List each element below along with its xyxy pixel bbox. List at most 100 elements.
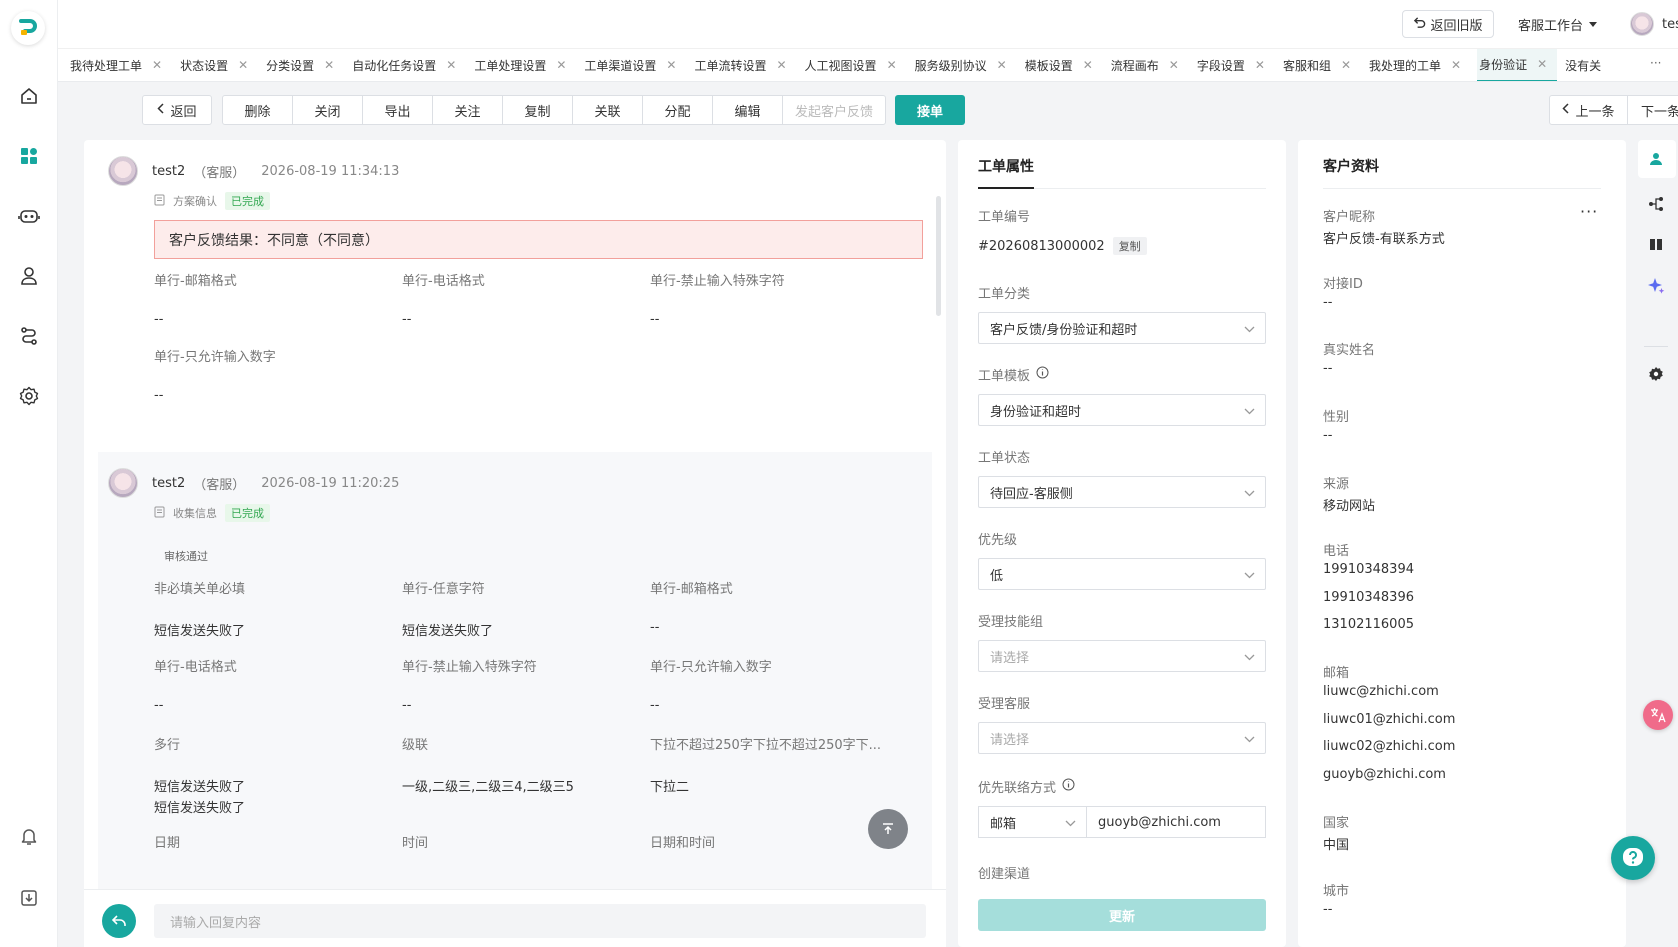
agent-icon[interactable]: [17, 264, 41, 288]
ticket-apps-icon[interactable]: [17, 144, 41, 168]
tab-handling-settings[interactable]: 工单处理设置 ✕: [472, 49, 576, 81]
more-icon[interactable]: ···: [1580, 202, 1598, 221]
tab-more-icon[interactable]: ···: [1650, 56, 1661, 70]
assign-button[interactable]: 分配: [643, 96, 713, 124]
settings-icon[interactable]: [1646, 364, 1666, 384]
category-select[interactable]: 客户反馈/身份验证和超时: [978, 312, 1266, 344]
contact-type-select[interactable]: 邮箱: [978, 806, 1087, 838]
update-button[interactable]: 更新: [978, 899, 1266, 931]
tab-agents-groups[interactable]: 客服和组 ✕: [1281, 49, 1361, 81]
next-ticket-button[interactable]: 下一条: [1628, 96, 1678, 124]
info-icon[interactable]: [1062, 778, 1075, 795]
accept-ticket-button[interactable]: 接单: [895, 95, 965, 125]
copy-ticket-button[interactable]: 复制: [503, 96, 573, 124]
tab-flow-canvas[interactable]: 流程画布 ✕: [1109, 49, 1189, 81]
tab-pending-tickets[interactable]: 我待处理工单 ✕: [68, 49, 172, 81]
edit-button[interactable]: 编辑: [713, 96, 783, 124]
close-ticket-button[interactable]: 关闭: [293, 96, 363, 124]
contact-value-input[interactable]: guoyb@zhichi.com: [1087, 806, 1266, 838]
tab-automation-settings[interactable]: 自动化任务设置 ✕: [350, 49, 466, 81]
close-icon[interactable]: ✕: [446, 58, 456, 72]
email-value[interactable]: liuwc01@zhichi.com: [1323, 712, 1455, 727]
home-icon[interactable]: [17, 84, 41, 108]
avatar: [108, 468, 138, 498]
email-value[interactable]: liuwc@zhichi.com: [1323, 684, 1439, 699]
priority-label: 优先级: [978, 533, 1018, 548]
info-icon[interactable]: [1036, 366, 1049, 383]
close-icon[interactable]: ✕: [238, 58, 248, 72]
share-tree-icon[interactable]: [1646, 194, 1666, 214]
close-icon[interactable]: ✕: [1255, 58, 1265, 72]
close-icon[interactable]: ✕: [666, 58, 676, 72]
close-icon[interactable]: ✕: [1083, 58, 1093, 72]
customer-profile-icon[interactable]: [1646, 149, 1666, 169]
settings-icon[interactable]: [17, 384, 41, 408]
reply-button[interactable]: [102, 904, 136, 938]
agent-select[interactable]: 请选择: [978, 722, 1266, 754]
tab-transfer-settings[interactable]: 工单流转设置 ✕: [692, 49, 796, 81]
knowledge-book-icon[interactable]: [1646, 234, 1666, 254]
back-to-top-button[interactable]: [868, 809, 908, 849]
close-icon[interactable]: ✕: [152, 58, 162, 72]
tab-template-settings[interactable]: 模板设置 ✕: [1023, 49, 1103, 81]
left-sidebar: [0, 0, 58, 947]
export-button[interactable]: 导出: [363, 96, 433, 124]
priority-select[interactable]: 低: [978, 558, 1266, 590]
download-icon[interactable]: [17, 886, 41, 910]
close-icon[interactable]: ✕: [887, 58, 897, 72]
back-to-old-version-button[interactable]: 返回旧版: [1402, 10, 1494, 38]
tab-status-settings[interactable]: 状态设置 ✕: [178, 49, 258, 81]
tab-identity-verification[interactable]: 身份验证 ✕: [1477, 49, 1558, 81]
link-button[interactable]: 关联: [573, 96, 643, 124]
delete-button[interactable]: 删除: [223, 96, 293, 124]
tab-field-settings[interactable]: 字段设置 ✕: [1195, 49, 1275, 81]
robot-icon[interactable]: [17, 204, 41, 228]
entry-author: test2: [152, 475, 186, 491]
email-value[interactable]: liuwc02@zhichi.com: [1323, 739, 1455, 754]
ticket-number: #20260813000002 复制: [978, 237, 1147, 255]
document-icon: [154, 506, 165, 521]
bell-icon[interactable]: [17, 824, 41, 848]
skill-group-select[interactable]: 请选择: [978, 640, 1266, 672]
tab-sla[interactable]: 服务级别协议 ✕: [913, 49, 1017, 81]
tab-view-settings[interactable]: 人工视图设置 ✕: [803, 49, 907, 81]
chevron-down-icon: [1244, 568, 1255, 583]
close-icon[interactable]: ✕: [1169, 58, 1179, 72]
tab-my-handled-tickets[interactable]: 我处理的工单 ✕: [1367, 49, 1471, 81]
field-label: 非必填关单必填: [154, 582, 246, 597]
prev-ticket-button[interactable]: 上一条: [1550, 96, 1628, 124]
close-icon[interactable]: ✕: [556, 58, 566, 72]
user-menu[interactable]: test2: [1630, 12, 1678, 36]
copy-ticket-no-button[interactable]: 复制: [1112, 237, 1147, 255]
close-icon[interactable]: ✕: [324, 58, 334, 72]
close-icon[interactable]: ✕: [1341, 58, 1351, 72]
tab-channel-settings[interactable]: 工单渠道设置 ✕: [582, 49, 686, 81]
template-select[interactable]: 身份验证和超时: [978, 394, 1266, 426]
phone-value[interactable]: 19910348396: [1323, 590, 1414, 605]
tab-category-settings[interactable]: 分类设置 ✕: [264, 49, 344, 81]
field-label: 单行-邮箱格式: [650, 582, 733, 597]
field-value: --: [402, 312, 412, 327]
field-value: --: [154, 698, 164, 713]
phone-value[interactable]: 13102116005: [1323, 617, 1414, 632]
flow-icon[interactable]: [17, 324, 41, 348]
back-button[interactable]: 返回: [142, 95, 212, 125]
reply-input[interactable]: 请输入回复内容: [154, 904, 926, 938]
customer-feedback-button[interactable]: 发起客户反馈: [783, 96, 885, 124]
email-value[interactable]: guoyb@zhichi.com: [1323, 767, 1446, 782]
ai-sparkle-icon[interactable]: [1646, 276, 1666, 296]
workbench-dropdown[interactable]: 客服工作台: [1518, 15, 1598, 34]
translate-icon[interactable]: [1643, 700, 1673, 730]
status-select[interactable]: 待回应-客服侧: [978, 476, 1266, 508]
close-icon[interactable]: ✕: [1537, 57, 1547, 71]
follow-button[interactable]: 关注: [433, 96, 503, 124]
help-icon[interactable]: [1611, 836, 1655, 880]
divider: [1644, 346, 1668, 347]
tab-truncated[interactable]: 没有关: [1563, 49, 1611, 81]
phone-value[interactable]: 19910348394: [1323, 562, 1414, 577]
close-icon[interactable]: ✕: [997, 58, 1007, 72]
timeline-scrollbar[interactable]: [936, 196, 941, 316]
app-logo[interactable]: [11, 11, 45, 45]
close-icon[interactable]: ✕: [776, 58, 786, 72]
close-icon[interactable]: ✕: [1451, 58, 1461, 72]
